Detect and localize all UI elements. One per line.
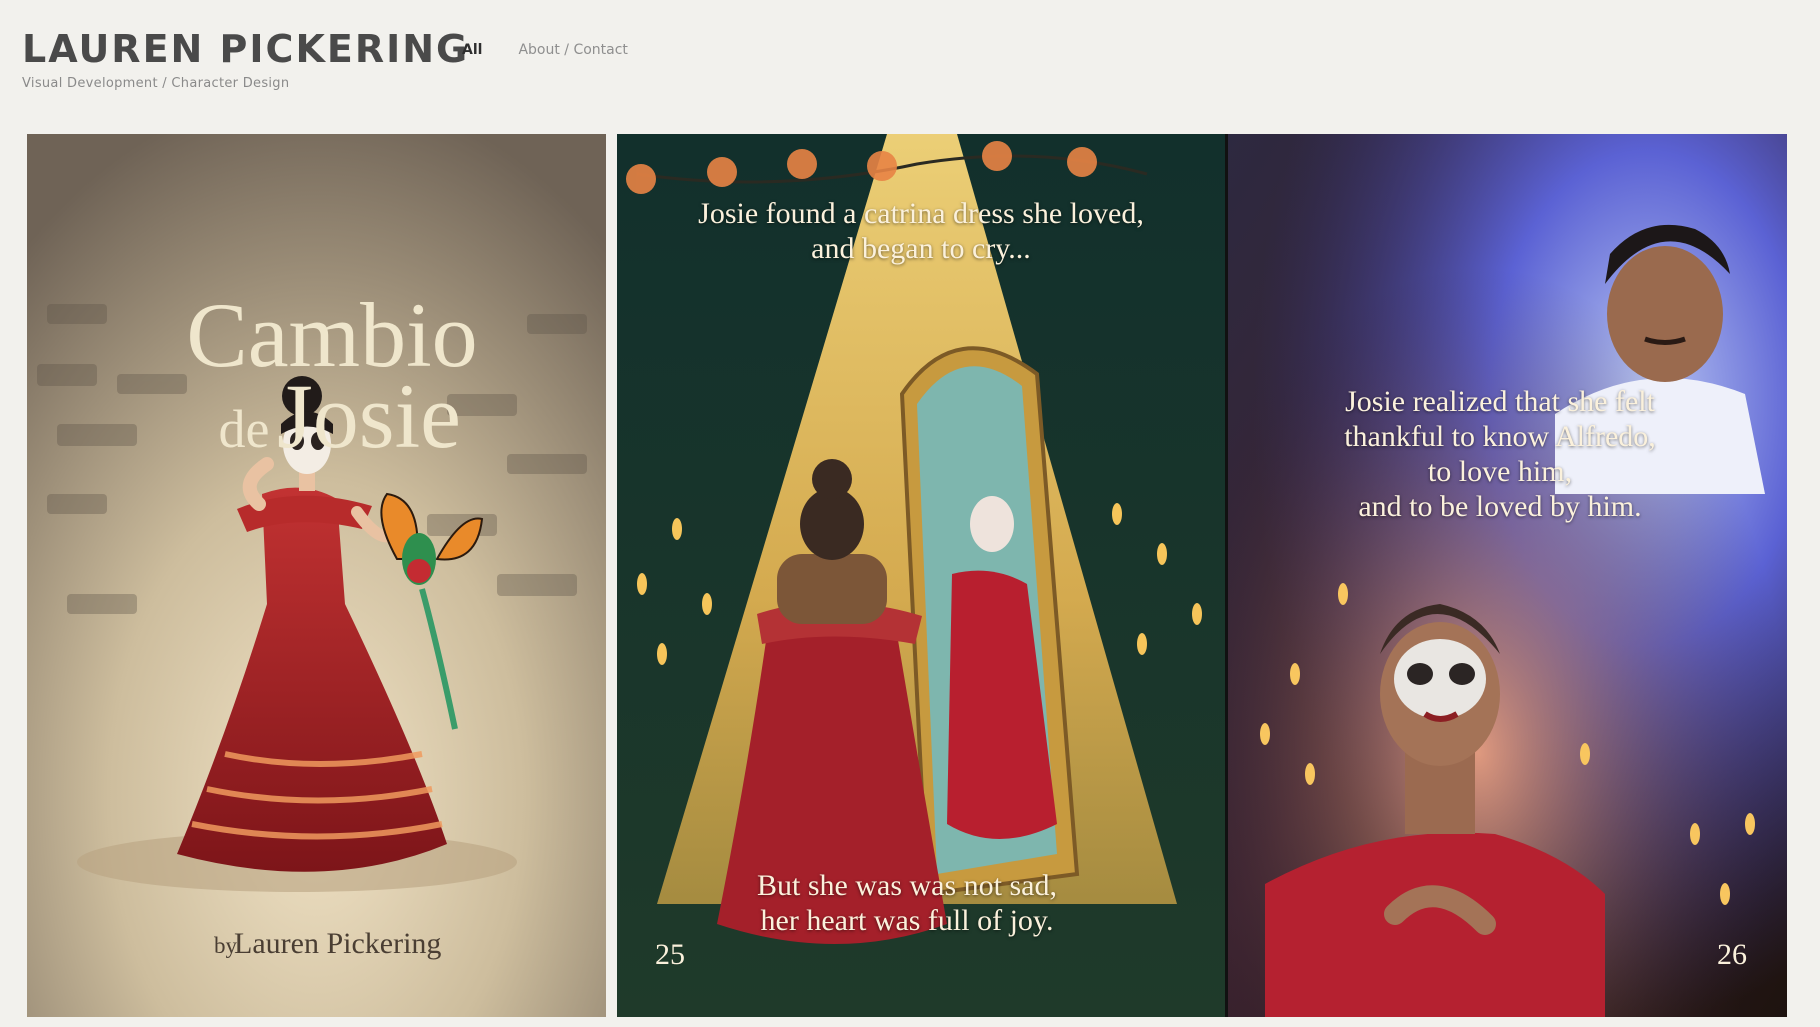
page-25-caption-bottom-line1: But she was was not sad,: [757, 869, 1057, 902]
cover-illustration: Cambio de Josie by Lauren Pickering: [27, 134, 606, 1017]
nav-all[interactable]: All: [462, 42, 482, 58]
page-26-illustration: [1225, 134, 1787, 1017]
cover-title-line2: Josie: [277, 365, 461, 467]
page-26-caption-line2: thankful to know Alfredo,: [1344, 420, 1656, 453]
page-26-caption-line4: and to be loved by him.: [1358, 490, 1642, 523]
page-number-26: 26: [1717, 938, 1747, 971]
cover-title-de: de: [219, 399, 270, 459]
page-number-25: 25: [655, 938, 685, 971]
page-25-image[interactable]: Josie found a catrina dress she loved, a…: [617, 134, 1225, 1017]
site-header: LAUREN PICKERING Visual Development / Ch…: [22, 26, 1782, 96]
main-nav: All About / Contact: [462, 42, 628, 58]
page-25-caption-bottom-line2: her heart was full of joy.: [760, 904, 1054, 937]
site-title[interactable]: LAUREN PICKERING: [22, 26, 469, 72]
page-25-caption-bottom: But she was was not sad, her heart was f…: [617, 868, 1211, 938]
cover-byline-name: Lauren Pickering: [234, 927, 441, 960]
nav-about-contact[interactable]: About / Contact: [518, 42, 627, 58]
page-26-caption-line1: Josie realized that she felt: [1345, 385, 1655, 418]
page-26-caption: Josie realized that she felt thankful to…: [1225, 384, 1781, 524]
site-tagline: Visual Development / Character Design: [22, 76, 290, 91]
page-25-caption-top-line1: Josie found a catrina dress she loved,: [698, 197, 1144, 230]
cover-image[interactable]: Cambio de Josie by Lauren Pickering: [27, 134, 606, 1017]
page-26-image[interactable]: Josie realized that she felt thankful to…: [1225, 134, 1787, 1017]
page-25-caption-top-line2: and began to cry...: [811, 232, 1031, 265]
page-26-caption-line3: to love him,: [1427, 455, 1573, 488]
project-gallery: Cambio de Josie by Lauren Pickering Josi…: [27, 134, 1787, 1017]
page-25-caption-top: Josie found a catrina dress she loved, a…: [617, 196, 1225, 266]
